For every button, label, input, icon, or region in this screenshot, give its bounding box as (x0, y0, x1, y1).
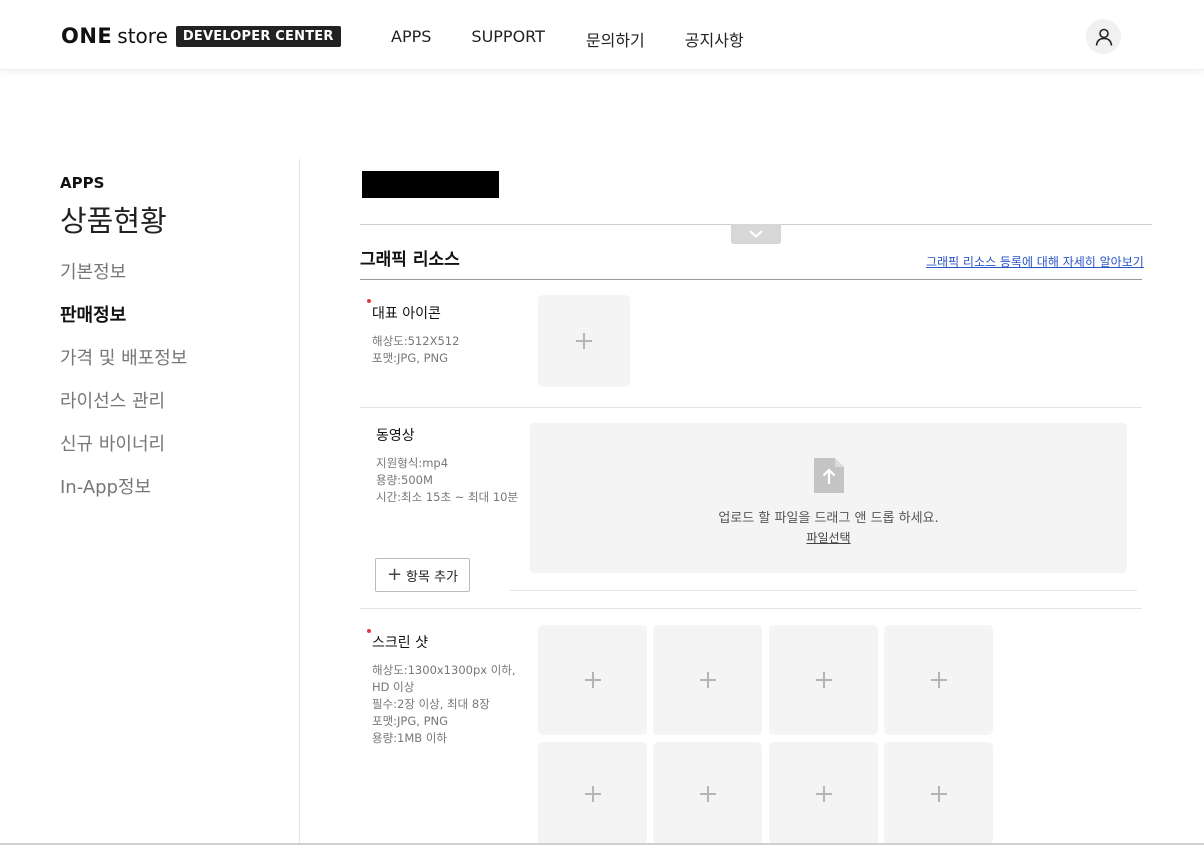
add-item-label: 항목 추가 (406, 569, 459, 585)
nav-inquiry[interactable]: 문의하기 (586, 27, 645, 51)
plus-icon (699, 672, 716, 688)
main-nav: APPS SUPPORT 문의하기 공지사항 (391, 27, 784, 51)
plus-icon (930, 672, 947, 688)
video-size: 용량:500M (376, 473, 433, 487)
sidebar-title: 상품현황 (60, 204, 167, 238)
user-menu-button[interactable] (1086, 19, 1121, 54)
nav-apps[interactable]: APPS (391, 27, 431, 51)
icon-label: 대표 아이콘 (372, 306, 441, 322)
screenshot-slot[interactable] (884, 625, 993, 735)
screenshot-slot[interactable] (769, 742, 878, 845)
screenshot-label: 스크린 샷 (372, 635, 428, 651)
sidebar-item-sales-info[interactable]: 판매정보 (60, 305, 187, 348)
screenshot-slot[interactable] (769, 625, 878, 735)
row-divider (360, 407, 1142, 408)
icon-upload-slot[interactable] (538, 295, 630, 387)
add-item-button[interactable]: + 항목 추가 (375, 558, 470, 592)
redacted-app-name (362, 171, 499, 198)
screenshot-slot[interactable] (538, 625, 647, 735)
row-inner-divider (510, 590, 1137, 591)
sidebar-item-price-distribution[interactable]: 가격 및 배포정보 (60, 348, 187, 391)
sidebar-item-license[interactable]: 라이선스 관리 (60, 391, 187, 434)
upload-file-icon (814, 458, 844, 493)
plus-icon (815, 672, 832, 688)
select-file-link[interactable]: 파일선택 (806, 531, 850, 545)
top-header: ONE store DEVELOPER CENTER APPS SUPPORT … (0, 0, 1204, 70)
video-label: 동영상 (376, 428, 415, 444)
select-file-wrapper: 파일선택 (530, 529, 1127, 546)
icon-resolution: 해상도:512X512 (372, 334, 460, 348)
plus-icon (584, 672, 601, 688)
sidebar-item-inapp[interactable]: In-App정보 (60, 477, 187, 520)
sidebar-item-new-binary[interactable]: 신규 바이너리 (60, 434, 187, 477)
section-divider (360, 279, 1142, 280)
screenshot-requirements: 해상도:1300x1300px 이하, HD 이상 필수:2장 이상, 최대 8… (372, 662, 516, 747)
screenshot-slot[interactable] (538, 742, 647, 845)
sidebar-divider (299, 159, 300, 845)
screenshot-resolution-hd: HD 이상 (372, 680, 415, 694)
video-duration: 시간:최소 15초 ~ 최대 10분 (376, 490, 519, 504)
video-requirements: 지원형식:mp4 용량:500M 시간:최소 15초 ~ 최대 10분 (376, 455, 518, 506)
dropzone-instruction: 업로드 할 파일을 드래그 앤 드롭 하세요. (718, 511, 939, 526)
onestore-logo[interactable]: ONE store DEVELOPER CENTER (61, 24, 341, 48)
nav-notice[interactable]: 공지사항 (685, 27, 744, 51)
screenshot-count: 필수:2장 이상, 최대 8장 (372, 697, 490, 711)
graphic-resource-help-link[interactable]: 그래픽 리소스 등록에 대해 자세히 알아보기 (926, 253, 1144, 270)
screenshot-slot[interactable] (884, 742, 993, 845)
screenshot-slot[interactable] (653, 742, 762, 845)
collapse-toggle-button[interactable] (731, 224, 781, 244)
required-marker (367, 299, 371, 303)
video-dropzone[interactable]: 업로드 할 파일을 드래그 앤 드롭 하세요. 파일선택 (530, 423, 1127, 573)
icon-format: 포맷:JPG, PNG (372, 351, 449, 365)
user-icon (1095, 28, 1112, 46)
chevron-down-icon (749, 230, 763, 238)
row-divider (360, 608, 1142, 609)
sidebar-section-label: APPS (60, 174, 105, 192)
required-marker (367, 629, 371, 633)
screenshot-slot[interactable] (653, 625, 762, 735)
logo-one-text: ONE (61, 24, 113, 48)
sidebar: APPS 상품현황 기본정보 판매정보 가격 및 배포정보 라이선스 관리 신규… (60, 174, 187, 520)
logo-store-text: store (117, 24, 168, 48)
plus-icon (584, 785, 601, 802)
icon-requirements: 해상도:512X512 포맷:JPG, PNG (372, 333, 459, 367)
sidebar-menu: 기본정보 판매정보 가격 및 배포정보 라이선스 관리 신규 바이너리 In-A… (60, 262, 187, 520)
nav-support[interactable]: SUPPORT (471, 27, 544, 51)
plus-icon (576, 333, 592, 349)
screenshot-format: 포맷:JPG, PNG (372, 714, 449, 728)
section-title: 그래픽 리소스 (360, 250, 460, 270)
plus-icon (699, 785, 716, 802)
screenshot-size: 용량:1MB 이하 (372, 731, 447, 745)
developer-center-badge: DEVELOPER CENTER (175, 25, 341, 47)
sidebar-item-basic-info[interactable]: 기본정보 (60, 262, 187, 305)
plus-icon (815, 785, 832, 802)
video-format: 지원형식:mp4 (376, 456, 449, 470)
plus-icon (930, 785, 947, 802)
screenshot-resolution: 해상도:1300x1300px 이하, (372, 663, 516, 677)
plus-icon: + (386, 564, 403, 585)
